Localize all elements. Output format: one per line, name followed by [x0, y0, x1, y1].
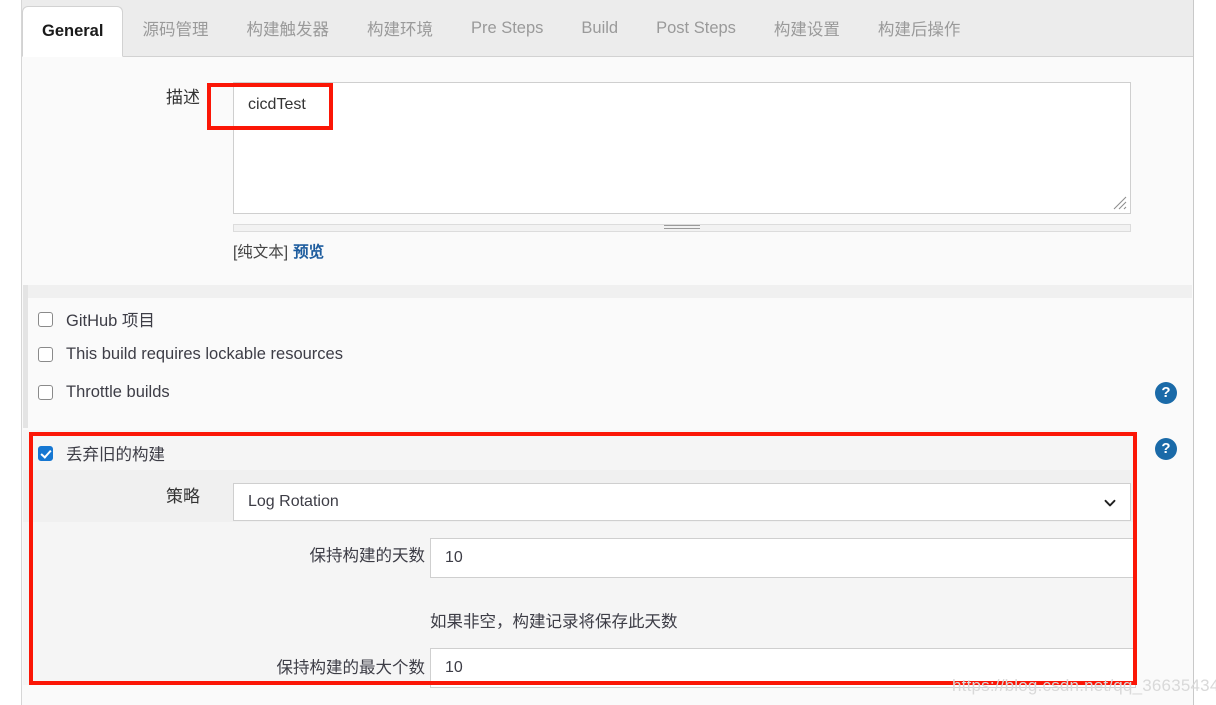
discard-old-builds-checkbox-row[interactable]: 丢弃旧的构建 [38, 441, 165, 465]
chevron-down-icon [1104, 499, 1116, 507]
tab-构建设置[interactable]: 构建设置 [755, 0, 859, 56]
tab-pre-steps[interactable]: Pre Steps [452, 0, 562, 56]
strategy-label: 策略 [166, 487, 200, 506]
section-separator [23, 285, 1192, 298]
tab-构建环境[interactable]: 构建环境 [348, 0, 452, 56]
tab-list: General 源码管理 构建触发器 构建环境 Pre Steps Build Post S… [22, 0, 979, 57]
days-to-keep-helper: 如果非空，构建记录将保存此天数 [430, 613, 678, 631]
max-builds-to-keep-label: 保持构建的最大个数 [276, 659, 426, 677]
description-label: 描述 [166, 88, 200, 107]
option-row-0[interactable]: GitHub 项目 [38, 307, 155, 331]
option-row-1[interactable]: This build requires lockable resources [38, 345, 343, 364]
option-label-1: This build requires lockable resources [66, 345, 343, 363]
tab-源码管理[interactable]: 源码管理 [123, 0, 227, 56]
tab-构建触发器[interactable]: 构建触发器 [227, 0, 348, 56]
watermark-text: https://blog.csdn.net/qq_36635434 [952, 676, 1216, 695]
tab-post-steps[interactable]: Post Steps [637, 0, 755, 56]
config-tab-bar: General 源码管理 构建触发器 构建环境 Pre Steps Build Post S… [22, 0, 1193, 57]
help-icon-throttle[interactable]: ? [1155, 382, 1177, 404]
option-checkbox-0[interactable] [38, 311, 53, 327]
option-checkbox-2[interactable] [38, 385, 53, 400]
days-to-keep-label: 保持构建的天数 [309, 547, 426, 565]
tab-build[interactable]: Build [562, 0, 637, 56]
discard-old-builds-label: 丢弃旧的构建 [66, 446, 165, 464]
description-textarea[interactable] [233, 82, 1131, 214]
option-row-2[interactable]: Throttle builds [38, 383, 170, 402]
strategy-select[interactable]: Log Rotation [233, 483, 1131, 521]
days-to-keep-input[interactable] [430, 538, 1136, 578]
help-icon-discard-old-builds[interactable]: ? [1155, 438, 1177, 460]
section-left-strip [23, 285, 28, 428]
resize-bar-grip [664, 225, 700, 231]
option-label-2: Throttle builds [66, 383, 170, 401]
plain-text-note: [纯文本] [233, 244, 289, 261]
tab-构建后操作[interactable]: 构建后操作 [859, 0, 980, 56]
jenkins-job-config-page: General 源码管理 构建触发器 构建环境 Pre Steps Build Post S… [0, 0, 1216, 705]
option-checkbox-1[interactable] [38, 347, 53, 362]
strategy-select-value: Log Rotation [248, 493, 339, 510]
description-format-row: [纯文本] 预览 [233, 240, 324, 262]
tab-general[interactable]: General [22, 6, 124, 57]
preview-link[interactable]: 预览 [293, 244, 324, 261]
option-label-0: GitHub 项目 [66, 312, 155, 330]
discard-old-builds-checkbox[interactable] [38, 445, 53, 461]
page-right-border [1193, 0, 1194, 705]
